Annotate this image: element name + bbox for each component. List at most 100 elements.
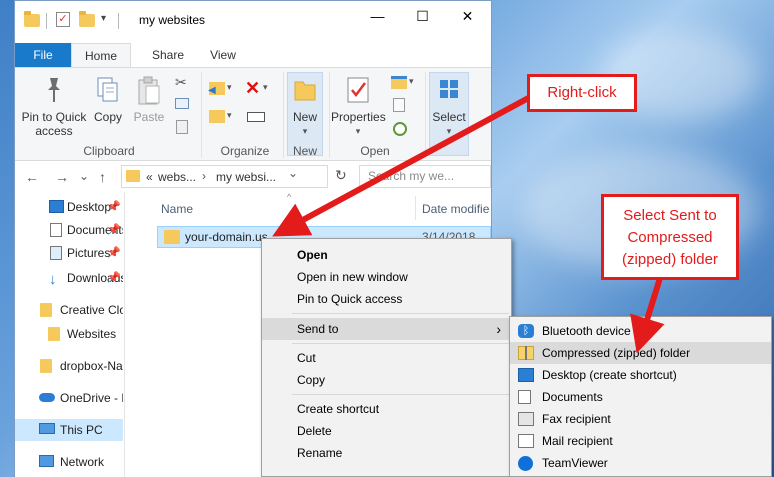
tab-share[interactable]: Share <box>139 43 197 67</box>
desktop-icon <box>49 200 64 213</box>
nav-item-dropbox[interactable]: dropbox-Na <box>15 355 123 377</box>
window-title: my websites <box>139 13 206 27</box>
folder-icon <box>40 303 52 317</box>
column-header-name[interactable]: Name <box>161 202 193 216</box>
tab-file[interactable]: File <box>15 43 71 67</box>
file-name: your-domain.us <box>185 230 268 244</box>
close-button[interactable]: ✕ <box>445 1 490 31</box>
move-to-dropdown-icon[interactable]: ▾ <box>227 82 232 93</box>
nav-label: OneDrive - E <box>60 391 123 405</box>
select-grid-icon <box>440 80 458 98</box>
new-label: New <box>292 110 317 124</box>
maximize-button[interactable]: ☐ <box>400 1 445 31</box>
cut-icon[interactable]: ✂ <box>175 74 187 91</box>
rename-icon[interactable] <box>247 112 265 122</box>
nav-item-network[interactable]: Network <box>15 451 123 473</box>
quick-access-dropdown[interactable]: ▾ <box>101 13 106 31</box>
delete-icon[interactable]: ✕ <box>245 78 260 99</box>
send-to-mail[interactable]: Mail recipient <box>510 430 771 452</box>
forward-button[interactable]: → <box>55 169 69 185</box>
copy-path-icon[interactable] <box>175 98 189 109</box>
breadcrumb-websites[interactable]: webs... <box>158 170 196 184</box>
send-to-submenu: ᛒ Bluetooth device Compressed (zipped) f… <box>509 316 772 477</box>
tab-view[interactable]: View <box>197 43 249 67</box>
nav-item-creative-cloud[interactable]: Creative Cloud <box>15 299 123 321</box>
back-button[interactable]: ← <box>25 169 39 185</box>
address-bar[interactable]: « webs... › my websi... ⌄ <box>121 165 328 188</box>
pin-icon: 📌 <box>107 224 121 236</box>
new-dropdown-icon: ▾ <box>302 126 308 136</box>
nav-item-this-pc[interactable]: This PC <box>15 419 123 441</box>
nav-item-websites[interactable]: Websites <box>15 323 123 345</box>
pin-icon: 📌 <box>107 272 121 284</box>
minimize-button[interactable]: — <box>355 1 400 31</box>
paste-icon <box>138 76 160 105</box>
menu-item-delete[interactable]: Delete <box>262 420 511 442</box>
send-to-compressed-folder[interactable]: Compressed (zipped) folder <box>510 342 771 364</box>
column-header-date[interactable]: Date modifie <box>422 202 489 216</box>
submenu-label: TeamViewer <box>542 456 608 470</box>
recent-locations-button[interactable]: ⌄ <box>79 169 89 183</box>
pin-label-line1: Pin to Quick <box>21 110 87 124</box>
quick-access-separator <box>46 13 47 29</box>
select-button[interactable]: Select ▾ <box>429 76 469 138</box>
open-icon[interactable] <box>391 76 407 89</box>
refresh-button[interactable]: ↻ <box>335 167 347 184</box>
menu-item-cut[interactable]: Cut <box>262 347 511 369</box>
nav-item-desktop[interactable]: Desktop 📌 <box>15 196 123 218</box>
nav-label: Desktop <box>67 200 112 214</box>
copy-to-icon[interactable] <box>209 110 225 123</box>
delete-dropdown-icon[interactable]: ▾ <box>263 82 268 93</box>
send-to-bluetooth[interactable]: ᛒ Bluetooth device <box>510 320 771 342</box>
menu-item-copy[interactable]: Copy <box>262 369 511 391</box>
edit-icon[interactable] <box>393 98 405 112</box>
menu-item-send-to[interactable]: Send to › <box>262 318 511 340</box>
breadcrumb-overflow[interactable]: « <box>146 170 153 184</box>
pin-label-line2: access <box>35 124 73 138</box>
open-group-label: Open <box>360 144 390 158</box>
new-button[interactable]: New ▾ <box>287 76 323 138</box>
submenu-label: Documents <box>542 390 603 404</box>
paste-button[interactable]: Paste <box>131 76 167 124</box>
breadcrumb-chevron[interactable]: › <box>202 169 206 183</box>
ribbon-separator <box>329 72 330 158</box>
select-dropdown-icon: ▾ <box>446 126 452 136</box>
menu-item-rename[interactable]: Rename <box>262 442 511 464</box>
ribbon-tabs: File Home Share View <box>15 43 491 67</box>
menu-item-pin-quick-access[interactable]: Pin to Quick access <box>262 288 511 310</box>
paste-shortcut-icon[interactable] <box>176 120 188 134</box>
send-to-fax[interactable]: Fax recipient <box>510 408 771 430</box>
send-to-desktop[interactable]: Desktop (create shortcut) <box>510 364 771 386</box>
open-dropdown-icon[interactable]: ▾ <box>409 76 414 87</box>
breadcrumb-my-websites[interactable]: my websi... <box>216 170 276 184</box>
nav-label: Pictures <box>67 246 111 260</box>
title-separator <box>118 13 119 29</box>
properties-button[interactable]: Properties ▾ <box>331 76 386 138</box>
submenu-label: Desktop (create shortcut) <box>542 368 677 382</box>
menu-item-open[interactable]: Open <box>262 244 511 266</box>
tab-home[interactable]: Home <box>71 43 131 67</box>
copy-button[interactable]: Copy <box>91 76 125 124</box>
search-input[interactable]: Search my we... <box>359 165 491 188</box>
nav-label: dropbox-Na <box>60 359 123 373</box>
properties-check-icon[interactable]: ✓ <box>56 12 70 27</box>
new-folder-icon[interactable] <box>79 11 95 27</box>
menu-item-create-shortcut[interactable]: Create shortcut <box>262 398 511 420</box>
nav-label: Network <box>60 455 105 469</box>
address-dropdown-button[interactable]: ⌄ <box>288 166 298 180</box>
properties-label: Properties <box>331 110 386 124</box>
up-button[interactable]: ↑ <box>99 169 106 185</box>
copy-to-dropdown-icon[interactable]: ▾ <box>227 110 232 121</box>
nav-item-onedrive[interactable]: OneDrive - E <box>15 387 123 409</box>
send-to-teamviewer[interactable]: TeamViewer <box>510 452 771 474</box>
send-to-documents[interactable]: Documents <box>510 386 771 408</box>
nav-item-pictures[interactable]: Pictures 📌 <box>15 242 123 264</box>
pin-to-quick-access-button[interactable]: Pin to Quick access <box>19 76 89 138</box>
nav-item-documents[interactable]: Documents 📌 <box>15 219 123 241</box>
history-icon[interactable] <box>393 122 407 136</box>
pin-icon: 📌 <box>107 201 121 213</box>
network-icon <box>39 455 54 467</box>
nav-item-downloads[interactable]: ↓ Downloads 📌 <box>15 267 123 289</box>
callout-right-click: Right-click <box>527 74 637 112</box>
menu-item-open-new-window[interactable]: Open in new window <box>262 266 511 288</box>
